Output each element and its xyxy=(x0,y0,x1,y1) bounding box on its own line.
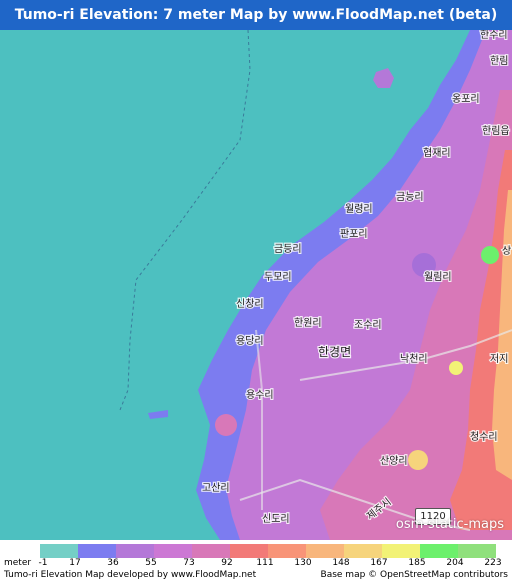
legend-tick: -1 xyxy=(38,558,48,568)
legend-swatch xyxy=(78,544,116,558)
legend-tick: 55 xyxy=(145,558,157,568)
place-label: 옹포리 xyxy=(452,93,480,105)
legend-tick: 73 xyxy=(183,558,195,568)
yellow-peak xyxy=(449,361,463,375)
oreum-peak xyxy=(408,450,428,470)
place-label: 금능리 xyxy=(396,191,424,203)
place-label: 산양리 xyxy=(380,455,408,467)
place-label: 용당리 xyxy=(236,335,264,347)
place-label: 신창리 xyxy=(236,298,264,310)
map-watermark: osm-static-maps xyxy=(395,517,504,532)
legend-tick: 17 xyxy=(69,558,81,568)
place-label: 상 xyxy=(502,245,511,257)
legend-swatch xyxy=(268,544,306,558)
legend-swatch xyxy=(230,544,268,558)
legend-tick: 167 xyxy=(370,558,388,568)
place-label: 월령리 xyxy=(345,203,373,215)
legend-tick: 148 xyxy=(332,558,350,568)
place-label: 낙천리 xyxy=(400,353,428,365)
place-label: 금등리 xyxy=(274,243,302,255)
green-peak xyxy=(481,246,499,264)
page-title: Tumo-ri Elevation: 7 meter Map by www.Fl… xyxy=(0,0,512,30)
place-label: 청수리 xyxy=(470,431,498,443)
legend-swatch xyxy=(344,544,382,558)
elevation-map[interactable]: 한수리 한림 옹포리 한림읍 협재리 금능리 월령리 판포리 금등리 두모리 신… xyxy=(0,30,512,540)
place-label: 판포리 xyxy=(340,228,368,240)
place-label: 두모리 xyxy=(264,271,292,283)
legend-tick: 185 xyxy=(408,558,426,568)
place-label: 저지 xyxy=(490,353,508,365)
legend-swatch xyxy=(306,544,344,558)
place-label: 조수리 xyxy=(354,319,382,331)
legend-tick: 204 xyxy=(446,558,464,568)
legend-tick: 130 xyxy=(294,558,312,568)
legend-tick: 36 xyxy=(107,558,119,568)
place-label: 한원리 xyxy=(294,317,322,329)
elevation-map-canvas: 한수리 한림 옹포리 한림읍 협재리 금능리 월령리 판포리 금등리 두모리 신… xyxy=(0,30,512,540)
legend-swatch xyxy=(40,544,78,558)
place-label: 한수리 xyxy=(480,30,508,41)
basemap-attribution[interactable]: Base map © OpenStreetMap contributors xyxy=(321,570,508,580)
place-label: 고산리 xyxy=(202,482,230,494)
legend-swatch xyxy=(458,544,496,558)
place-label: 신도리 xyxy=(262,513,290,525)
legend-tick: 111 xyxy=(256,558,274,568)
place-label: 월림리 xyxy=(424,271,452,283)
legend-swatch xyxy=(116,544,154,558)
legend-tick: 223 xyxy=(484,558,502,568)
legend-swatch xyxy=(192,544,230,558)
legend-swatch xyxy=(154,544,192,558)
credit-link[interactable]: Tumo-ri Elevation Map developed by www.F… xyxy=(4,570,256,580)
place-label: 협재리 xyxy=(423,146,451,159)
legend-swatch xyxy=(420,544,458,558)
place-label: 용수리 xyxy=(246,389,274,401)
legend-swatch xyxy=(382,544,420,558)
place-label: 한림 xyxy=(490,55,508,67)
legend-tick: 92 xyxy=(221,558,233,568)
place-label: 한림읍 xyxy=(482,125,510,137)
elevation-legend: meter -1 17 36 55 73 92 111 130 148 167 … xyxy=(0,540,512,582)
coastal-hill xyxy=(215,414,237,436)
district-label: 한경면 xyxy=(318,345,351,359)
